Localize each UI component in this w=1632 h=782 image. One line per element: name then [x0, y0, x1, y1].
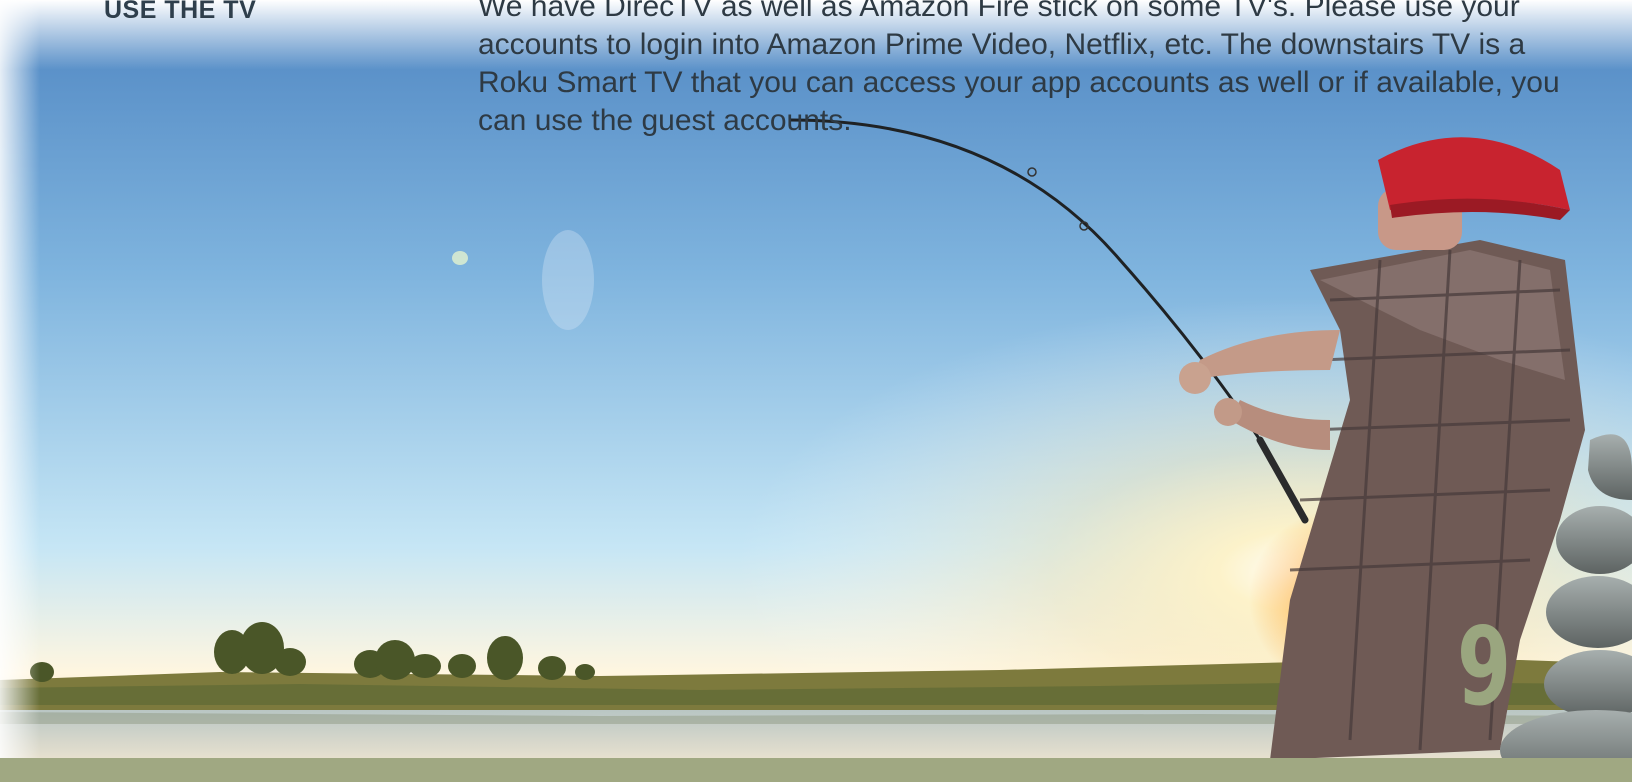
section-heading: USE THE TV — [104, 0, 257, 24]
page-number: 9 — [1456, 605, 1512, 730]
footer-band — [0, 758, 1632, 782]
section-body-text: We have DirecTV as well as Amazon Fire s… — [478, 0, 1560, 137]
guide-page: USE THE TV We have DirecTV as well as Am… — [0, 0, 1632, 782]
